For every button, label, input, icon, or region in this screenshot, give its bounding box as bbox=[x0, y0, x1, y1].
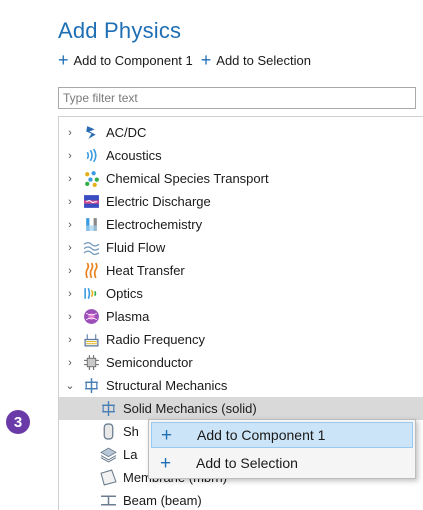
tree-item-label: AC/DC bbox=[106, 125, 147, 140]
context-menu-label: Add to Component 1 bbox=[197, 427, 326, 443]
context-menu-add-to-selection[interactable]: + Add to Selection bbox=[151, 450, 413, 476]
add-to-selection-label: Add to Selection bbox=[216, 52, 311, 68]
beam-icon bbox=[99, 492, 117, 510]
chevron-down-icon[interactable]: ⌄ bbox=[64, 379, 76, 392]
electric-discharge-icon bbox=[82, 193, 100, 211]
tree-item-electrochemistry[interactable]: › Electrochemistry bbox=[59, 213, 423, 236]
structural-mechanics-icon bbox=[82, 377, 100, 395]
chevron-right-icon[interactable]: › bbox=[64, 311, 76, 323]
tree-item-beam[interactable]: Beam (beam) bbox=[59, 489, 423, 510]
add-to-selection-button[interactable]: + Add to Selection bbox=[201, 51, 311, 69]
acdc-lightning-icon bbox=[82, 124, 100, 142]
tree-item-label: Semiconductor bbox=[106, 355, 193, 370]
plus-icon: + bbox=[160, 452, 172, 474]
tree-item-label: Structural Mechanics bbox=[106, 378, 228, 393]
tree-item-semiconductor[interactable]: › Semiconductor bbox=[59, 351, 423, 374]
tree-item-label: Fluid Flow bbox=[106, 240, 166, 255]
tree-item-label: Optics bbox=[106, 286, 143, 301]
acoustics-waves-icon bbox=[82, 147, 100, 165]
electrochemistry-icon bbox=[82, 216, 100, 234]
tree-item-solid-mechanics[interactable]: Solid Mechanics (solid) bbox=[59, 397, 423, 420]
context-menu: + Add to Component 1 + Add to Selection bbox=[148, 419, 416, 479]
chevron-right-icon[interactable]: › bbox=[64, 288, 76, 300]
chevron-right-icon[interactable]: › bbox=[64, 357, 76, 369]
chevron-right-icon[interactable]: › bbox=[64, 173, 76, 185]
tree-item-label: Plasma bbox=[106, 309, 150, 324]
tree-item-acoustics[interactable]: › Acoustics bbox=[59, 144, 423, 167]
solid-mechanics-icon bbox=[99, 400, 117, 418]
filter-input[interactable] bbox=[58, 87, 416, 109]
membrane-icon bbox=[99, 469, 117, 487]
tree-item-label: Sh bbox=[123, 424, 139, 439]
plus-icon: + bbox=[200, 50, 212, 70]
tree-item-chemical-species-transport[interactable]: › Chemical Species Transport bbox=[59, 167, 423, 190]
plasma-icon bbox=[82, 308, 100, 326]
chevron-right-icon[interactable]: › bbox=[64, 219, 76, 231]
plus-icon: + bbox=[58, 50, 69, 70]
tree-item-label: Heat Transfer bbox=[106, 263, 185, 278]
add-to-component-button[interactable]: + Add to Component 1 bbox=[58, 51, 193, 69]
chevron-right-icon[interactable]: › bbox=[64, 265, 76, 277]
page-title: Add Physics bbox=[58, 18, 182, 43]
tree-item-label: Electric Discharge bbox=[106, 194, 211, 209]
tree-item-label: Electrochemistry bbox=[106, 217, 203, 232]
tree-item-structural-mechanics[interactable]: ⌄ Structural Mechanics bbox=[59, 374, 423, 397]
tree-item-plasma[interactable]: › Plasma bbox=[59, 305, 423, 328]
fluid-flow-icon bbox=[82, 239, 100, 257]
tree-item-label: La bbox=[123, 447, 138, 462]
context-menu-add-to-component[interactable]: + Add to Component 1 bbox=[151, 422, 413, 448]
heat-transfer-icon bbox=[82, 262, 100, 280]
tree-item-label: Acoustics bbox=[106, 148, 162, 163]
optics-icon bbox=[82, 285, 100, 303]
tree-item-label: Beam (beam) bbox=[123, 493, 202, 508]
tree-item-acdc[interactable]: › AC/DC bbox=[59, 121, 423, 144]
add-to-component-label: Add to Component 1 bbox=[73, 52, 193, 68]
step-badge: 3 bbox=[6, 410, 30, 434]
chemical-species-icon bbox=[82, 170, 100, 188]
layered-shell-icon bbox=[99, 446, 117, 464]
tree-item-label: Chemical Species Transport bbox=[106, 171, 269, 186]
chevron-right-icon[interactable]: › bbox=[64, 334, 76, 346]
context-menu-label: Add to Selection bbox=[196, 455, 298, 471]
tree-item-label: Solid Mechanics (solid) bbox=[123, 401, 257, 416]
chevron-right-icon[interactable]: › bbox=[64, 242, 76, 254]
tree-item-label: Radio Frequency bbox=[106, 332, 205, 347]
chevron-right-icon[interactable]: › bbox=[64, 127, 76, 139]
tree-item-electric-discharge[interactable]: › Electric Discharge bbox=[59, 190, 423, 213]
radio-frequency-icon bbox=[82, 331, 100, 349]
tree-item-radio-frequency[interactable]: › Radio Frequency bbox=[59, 328, 423, 351]
chevron-right-icon[interactable]: › bbox=[64, 150, 76, 162]
semiconductor-icon bbox=[82, 354, 100, 372]
plus-icon: + bbox=[161, 424, 173, 446]
shell-icon bbox=[99, 423, 117, 441]
tree-item-heat-transfer[interactable]: › Heat Transfer bbox=[59, 259, 423, 282]
tree-item-fluid-flow[interactable]: › Fluid Flow bbox=[59, 236, 423, 259]
chevron-right-icon[interactable]: › bbox=[64, 196, 76, 208]
tree-item-optics[interactable]: › Optics bbox=[59, 282, 423, 305]
toolbar: + Add to Component 1 + Add to Selection bbox=[58, 50, 319, 70]
